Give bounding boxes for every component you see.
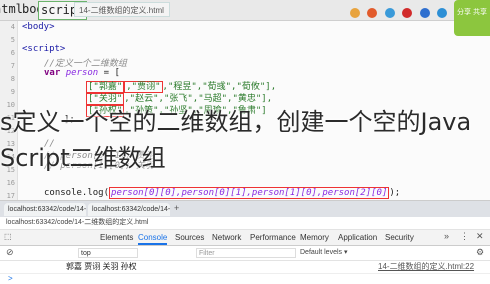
devtools-tab-bar: ⬚ Elements Console Sources Network Perfo… — [0, 230, 490, 246]
line-number: 5 — [10, 36, 15, 44]
clear-console-icon[interactable]: ⊘ — [6, 247, 14, 258]
caption-line-1: s定义一个空的二维数组，创建一个空的Java — [0, 108, 472, 136]
more-tabs-icon[interactable]: » — [444, 231, 449, 241]
tab-memory[interactable]: Memory — [300, 230, 329, 245]
ie-icon[interactable] — [419, 8, 430, 18]
log-levels-dropdown[interactable]: Default levels ▾ — [300, 248, 347, 258]
tab-network[interactable]: Network — [212, 230, 241, 245]
browser-preview-icons — [350, 5, 450, 18]
keyword-var: var — [44, 68, 61, 78]
code-line-body: <body> — [22, 22, 55, 32]
console-filter-input[interactable]: Filter — [196, 248, 296, 258]
tab-application[interactable]: Application — [338, 230, 377, 245]
settings-gear-icon[interactable]: ⚙ — [476, 247, 484, 258]
new-tab-icon[interactable]: + — [174, 203, 179, 213]
code-line-script: <script> — [22, 44, 66, 54]
line-number: 7 — [10, 62, 15, 70]
context-select[interactable]: top — [78, 248, 138, 258]
safari-icon[interactable] — [384, 8, 395, 18]
code-text: ); — [389, 188, 401, 198]
browser-tab-strip: localhost:63342/code/14-二维... localhost:… — [0, 201, 490, 217]
console-log-row: 郭嘉 贾诩 关羽 孙权 14-二维数组的定义.html:22 — [0, 261, 490, 274]
code-text: = [ — [98, 68, 120, 78]
code-line-var: var person = [ — [44, 68, 120, 78]
caption-line-2: Script二维数组 — [0, 144, 166, 172]
console-log-output: 郭嘉 贾诩 关羽 孙权 — [66, 262, 137, 271]
code-text: console.log( — [44, 188, 110, 198]
identifier-person: person — [65, 68, 99, 78]
tab-console[interactable]: Console — [138, 230, 168, 245]
address-bar[interactable]: localhost:63342/code/14-二维数组的定义.html — [0, 217, 490, 230]
line-number: 4 — [10, 23, 15, 31]
chrome-icon[interactable] — [350, 8, 360, 18]
code-line-console: console.log(person[0][0],person[0][1],pe… — [44, 187, 401, 199]
console-toolbar: ⊘ top Filter Default levels ▾ ⚙ — [0, 246, 490, 261]
edge-icon[interactable] — [437, 8, 448, 18]
tab-security[interactable]: Security — [385, 230, 414, 245]
tab-performance[interactable]: Performance — [250, 230, 296, 245]
more-options-icon[interactable]: ⋮ — [460, 231, 469, 242]
tab-sources[interactable]: Sources — [175, 230, 204, 245]
browser-tab[interactable]: localhost:63342/code/14-二维... — [88, 203, 170, 216]
editor-breadcrumb-bar: html body script 14-二维数组的定义.html — [0, 0, 490, 21]
line-number: 6 — [10, 49, 15, 57]
browser-devtools-window: localhost:63342/code/14-二维... localhost:… — [0, 200, 490, 284]
console-log-source-link[interactable]: 14-二维数组的定义.html:22 — [378, 261, 474, 273]
share-badge[interactable]: 分享 共享 — [454, 0, 490, 36]
line-number: 9 — [10, 88, 15, 96]
file-tab[interactable]: 14-二维数组的定义.html — [74, 2, 170, 17]
browser-tab[interactable]: localhost:63342/code/14-二维... — [4, 203, 86, 216]
highlight-console-args: person[0][0],person[0][1],person[1][0],p… — [109, 187, 390, 199]
tab-elements[interactable]: Elements — [100, 230, 133, 245]
inspect-icon[interactable]: ⬚ — [4, 232, 12, 241]
close-icon[interactable]: ✕ — [476, 231, 484, 242]
line-number: 16 — [6, 179, 15, 187]
opera-icon[interactable] — [402, 8, 413, 18]
console-prompt[interactable]: > — [8, 274, 13, 283]
line-number: 8 — [10, 75, 15, 83]
firefox-icon[interactable] — [367, 8, 378, 18]
video-caption: s定义一个空的二维数组，创建一个空的Java Script二维数组 — [0, 104, 490, 176]
